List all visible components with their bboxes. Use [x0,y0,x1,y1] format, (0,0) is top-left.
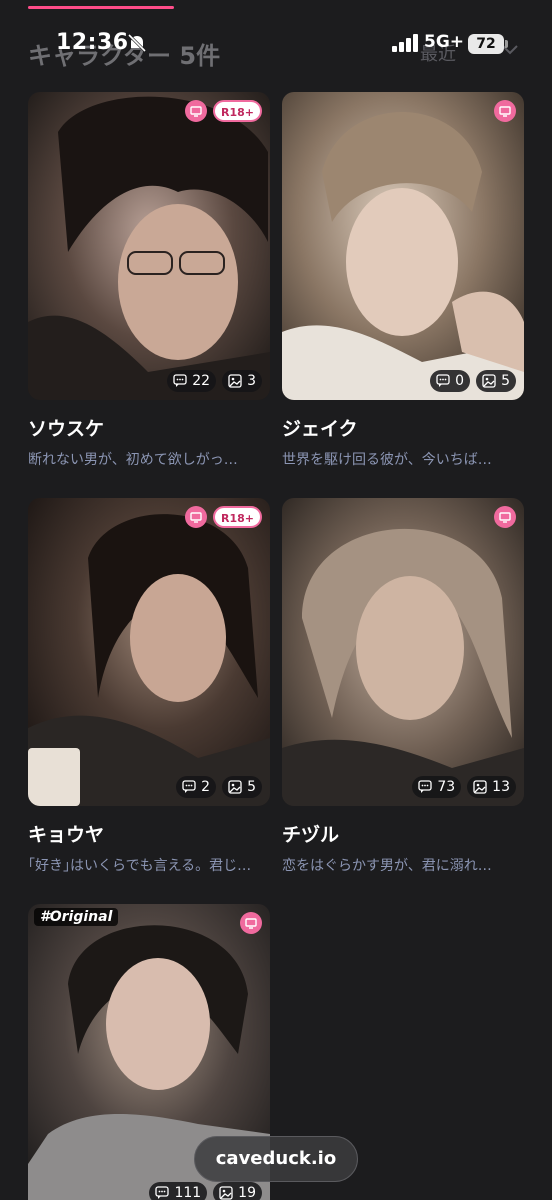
signal-icon [392,34,418,52]
chat-count-value: 0 [455,373,465,389]
battery-cap [505,40,508,48]
image-count: 19 [213,1182,262,1200]
card-badges: R18+ [185,100,262,122]
portrait-image [282,92,524,400]
tv-icon [185,100,207,122]
bell-off-icon [127,33,147,53]
card-badges: R18+ [185,506,262,528]
chat-count: 0 [430,370,471,392]
image-icon [219,1186,233,1200]
chat-bubble-icon [418,780,432,793]
tab-indicator [28,6,174,9]
image-count-value: 5 [501,373,510,389]
chat-count-value: 73 [437,779,456,795]
chat-count: 73 [412,776,462,798]
image-count-value: 3 [247,373,256,389]
image-count-value: 13 [492,779,510,795]
character-description: 断れない男が、初めて欲しがっ… [28,452,238,468]
image-count-value: 5 [247,779,256,795]
tv-icon [185,506,207,528]
image-count: 5 [222,776,262,798]
chat-count-value: 111 [174,1185,202,1200]
watermark: caveduck.io [194,1136,358,1182]
chat-count-value: 22 [192,373,211,389]
original-tag: #Original [34,908,119,926]
chat-bubble-icon [155,1186,170,1199]
image-count: 5 [476,370,516,392]
chat-count: 111 [149,1182,208,1200]
image-icon [228,374,242,388]
tv-icon [494,506,516,528]
card-stats: 0 5 [430,370,516,392]
character-name: チヅル [282,824,340,846]
image-count: 3 [222,370,262,392]
image-count: 13 [467,776,516,798]
portrait-image [28,92,270,400]
status-bar: 12:36 5G+ 72 [0,28,552,64]
card-badges [494,100,516,122]
status-time: 12:36 [56,30,129,55]
network-type: 5G+ [424,32,465,52]
r18-badge: R18+ [213,100,262,122]
chat-count-value: 2 [201,779,211,795]
character-card[interactable]: R18+ 2 5 キョウヤ ｢好き｣はいくらでも言える。君じ… [28,498,270,875]
image-count-value: 19 [238,1185,256,1200]
character-description: ｢好き｣はいくらでも言える。君じ… [28,858,252,874]
chat-count: 2 [176,776,217,798]
card-stats: 2 5 [176,776,262,798]
character-description: 恋をはぐらかす男が、君に溺れ… [282,858,492,874]
character-name: ソウスケ [28,418,105,440]
chat-count: 22 [167,370,217,392]
card-badges [240,912,262,934]
image-icon [228,780,242,794]
card-badges [494,506,516,528]
tv-icon [240,912,262,934]
character-portrait[interactable]: R18+ 2 5 [28,498,270,806]
character-portrait[interactable]: R18+ 22 3 [28,92,270,400]
character-description: 世界を駆け回る彼が、今いちば… [282,452,492,468]
card-stats: 73 13 [412,776,516,798]
chat-bubble-icon [173,374,187,387]
portrait-image [28,498,270,806]
image-icon [473,780,487,794]
r18-badge: R18+ [213,506,262,528]
battery-level: 72 [468,34,504,54]
character-portrait[interactable]: 0 5 [282,92,524,400]
chat-bubble-icon [182,780,196,793]
card-stats: 22 3 [167,370,262,392]
character-card[interactable]: 73 13 チヅル 恋をはぐらかす男が、君に溺れ… [282,498,524,875]
portrait-image [282,498,524,806]
card-stats: 111 19 [149,1182,262,1200]
character-card[interactable]: R18+ 22 3 ソウスケ 断れない男が、初めて欲しがっ… [28,92,270,469]
tv-icon [494,100,516,122]
image-icon [482,374,496,388]
character-card[interactable]: 0 5 ジェイク 世界を駆け回る彼が、今いちば… [282,92,524,469]
character-portrait[interactable]: 73 13 [282,498,524,806]
chat-bubble-icon [436,374,450,387]
character-name: キョウヤ [28,824,105,846]
character-name: ジェイク [282,418,358,440]
